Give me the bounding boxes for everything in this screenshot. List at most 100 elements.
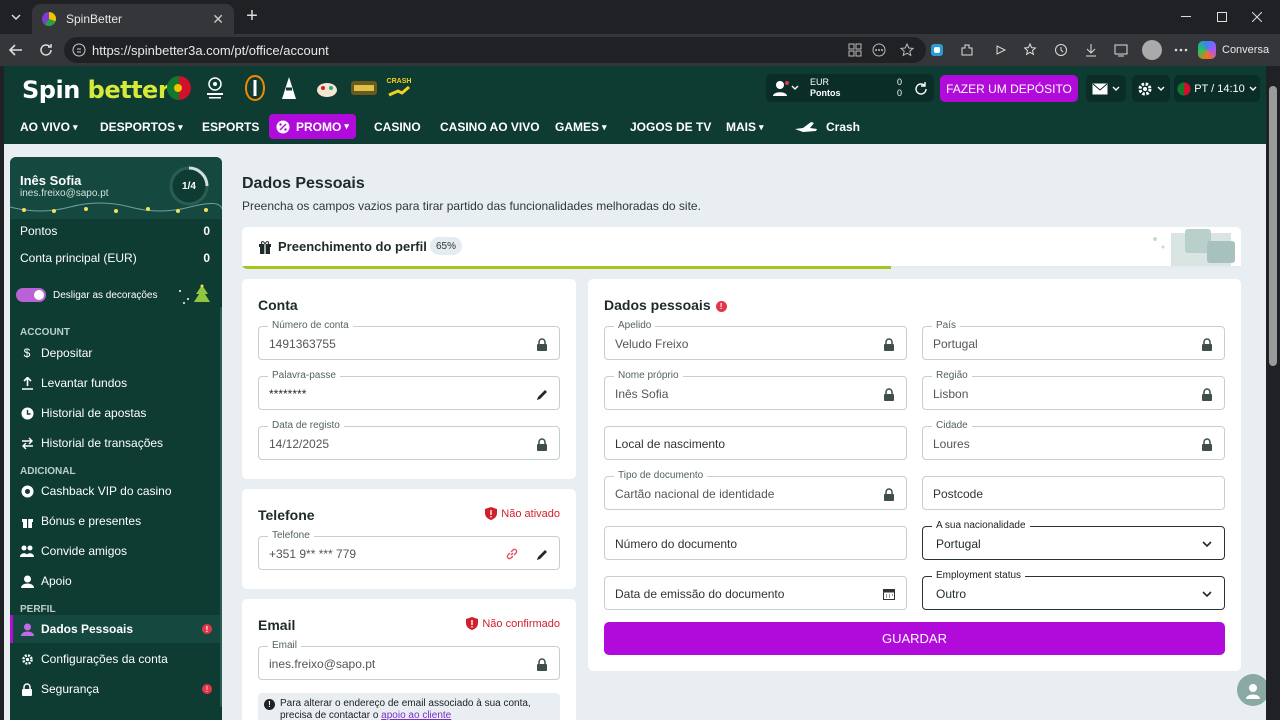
favorite-star-icon[interactable] — [898, 41, 916, 59]
chevron-down-icon — [1200, 587, 1214, 601]
field-value: Lisbon — [933, 387, 969, 401]
sidebar-item-security[interactable]: Segurança! — [10, 675, 222, 703]
copilot-button[interactable]: Conversa — [1198, 38, 1274, 62]
more-dots-icon[interactable] — [870, 41, 888, 59]
decor-toggle[interactable] — [16, 288, 46, 302]
close-tab-icon[interactable]: ✕ — [212, 11, 224, 28]
browser-tab[interactable]: SpinBetter ✕ — [32, 4, 234, 34]
completion-percent: 65% — [430, 237, 463, 255]
page-scrollbar[interactable] — [1266, 66, 1280, 720]
sidebar-item-withdraw[interactable]: Levantar fundos — [10, 369, 222, 397]
user-email: ines.freixo@sapo.pt — [20, 188, 109, 199]
menu-promo[interactable]: PROMO ▾ — [269, 114, 356, 139]
back-arrow-icon[interactable] — [4, 39, 28, 61]
game-badge-icon[interactable] — [349, 73, 379, 103]
field-placeholder: Postcode — [933, 487, 984, 501]
link-icon[interactable] — [505, 547, 519, 561]
employment-status-select[interactable]: Employment status Outro — [922, 570, 1225, 610]
apps-icon[interactable] — [846, 41, 864, 59]
crash-game-icon[interactable]: CRASH — [384, 72, 414, 102]
tab-actions-menu[interactable] — [4, 6, 28, 28]
refresh-balance-icon[interactable] — [914, 81, 928, 95]
downloads-icon[interactable] — [1082, 41, 1100, 59]
portugal-flag-icon[interactable] — [164, 73, 194, 103]
calendar-icon[interactable] — [882, 587, 896, 601]
progress-label: 1/4 — [182, 180, 196, 192]
sidebar-item-invite[interactable]: Convide amigos — [10, 537, 222, 565]
extension-icon[interactable] — [928, 41, 946, 59]
sidebar-item-personal-data[interactable]: Dados Pessoais! — [10, 615, 222, 643]
menu-ao-vivo[interactable]: AO VIVO ▾ — [20, 110, 78, 144]
shield-alert-icon — [485, 507, 498, 520]
sidebar-scrollbar[interactable] — [220, 307, 222, 707]
document-issue-date-input[interactable]: Data de emissão do documento — [604, 576, 907, 610]
chevron-down-icon: ▾ — [602, 121, 607, 132]
site-info-icon[interactable] — [72, 43, 86, 57]
account-card-title: Conta — [258, 297, 298, 313]
save-button[interactable]: GUARDAR — [604, 622, 1225, 655]
spinbetter-logo[interactable]: Spin better — [22, 76, 170, 104]
reload-icon[interactable] — [34, 39, 58, 61]
user-name: Inês Sofia — [20, 173, 82, 188]
sidebar-item-bonuses[interactable]: Bónus e presentes — [10, 507, 222, 535]
screenshot-icon[interactable] — [1112, 41, 1130, 59]
favorites-icon[interactable] — [1022, 41, 1040, 59]
lock-icon — [882, 387, 896, 401]
history-icon[interactable] — [1052, 41, 1070, 59]
edit-pencil-icon[interactable] — [535, 547, 549, 561]
conference-league-icon[interactable] — [274, 73, 304, 103]
edit-pencil-icon[interactable] — [535, 387, 549, 401]
menu-games[interactable]: GAMES ▾ — [555, 110, 607, 144]
profile-progress-ring[interactable]: 1/4 — [168, 165, 210, 207]
champions-league-icon[interactable] — [200, 73, 230, 103]
sidebar-item-transaction-history[interactable]: Historial de transações — [10, 429, 222, 457]
gift-boxes-decoration — [1153, 229, 1235, 267]
url-bar[interactable]: https://spinbetter3a.com/pt/office/accou… — [64, 37, 926, 63]
deposit-button[interactable]: FAZER UM DEPÓSITO — [940, 75, 1078, 102]
language-time-button[interactable]: PT / 14:10 — [1174, 75, 1260, 102]
support-link[interactable]: apoio ao cliente — [381, 710, 451, 720]
sidebar-item-cashback[interactable]: Cashback VIP do casino — [10, 477, 222, 505]
postcode-input[interactable]: Postcode — [922, 476, 1225, 510]
warning-dot-icon: ! — [715, 301, 727, 312]
menu-casino[interactable]: CASINO — [374, 110, 421, 144]
settings-more-icon[interactable] — [1172, 41, 1190, 59]
sidebar-item-bet-history[interactable]: Historial de apostas — [10, 399, 222, 427]
menu-desportos[interactable]: DESPORTOS ▾ — [100, 110, 183, 144]
extensions-puzzle-icon[interactable] — [958, 41, 976, 59]
messages-button[interactable] — [1086, 75, 1126, 102]
nationality-select[interactable]: A sua nacionalidade Portugal — [922, 520, 1225, 560]
menu-esports[interactable]: ESPORTS — [202, 110, 259, 144]
warning-dot-icon: ! — [202, 684, 212, 694]
close-window-button[interactable] — [1234, 0, 1280, 34]
settings-button[interactable] — [1132, 75, 1170, 102]
browser-profile-avatar[interactable] — [1142, 40, 1162, 60]
new-tab-button[interactable]: + — [242, 6, 262, 26]
sidebar-item-support[interactable]: Apoio — [10, 567, 222, 595]
account-balance-widget[interactable]: EUR Pontos 0 0 — [766, 74, 934, 102]
sidebar-item-label: Historial de apostas — [41, 406, 147, 420]
menu-crash[interactable]: Crash — [794, 110, 860, 144]
scrollbar-thumb[interactable] — [1269, 86, 1277, 366]
mascot-icon[interactable] — [312, 73, 342, 103]
menu-label: JOGOS DE TV — [630, 120, 712, 134]
phone-field[interactable]: Telefone +351 9** *** 779 — [258, 530, 560, 570]
sidebar-item-deposit[interactable]: $ Depositar — [10, 339, 222, 367]
birthplace-input[interactable]: Local de nascimento — [604, 426, 907, 460]
password-field[interactable]: Palavra-passe ******** — [258, 370, 560, 410]
field-value: Loures — [933, 437, 970, 451]
europa-league-icon[interactable] — [240, 73, 270, 103]
field-label: Nome próprio — [614, 370, 683, 381]
users-icon — [20, 544, 34, 558]
clock-icon — [20, 406, 34, 420]
sidebar-item-account-settings[interactable]: Configurações da conta — [10, 645, 222, 673]
field-placeholder: Data de emissão do documento — [615, 587, 785, 601]
menu-jogos-de-tv[interactable]: JOGOS DE TV — [630, 110, 711, 144]
field-value: Cartão nacional de identidade — [615, 487, 775, 501]
menu-mais[interactable]: MAIS ▾ — [726, 110, 764, 144]
menu-casino-ao-vivo[interactable]: CASINO AO VIVO — [440, 110, 540, 144]
support-chat-button[interactable] — [1237, 674, 1269, 706]
main-account-value: 0 — [203, 251, 210, 265]
document-number-input[interactable]: Número do documento — [604, 526, 907, 560]
media-icon[interactable] — [992, 41, 1010, 59]
